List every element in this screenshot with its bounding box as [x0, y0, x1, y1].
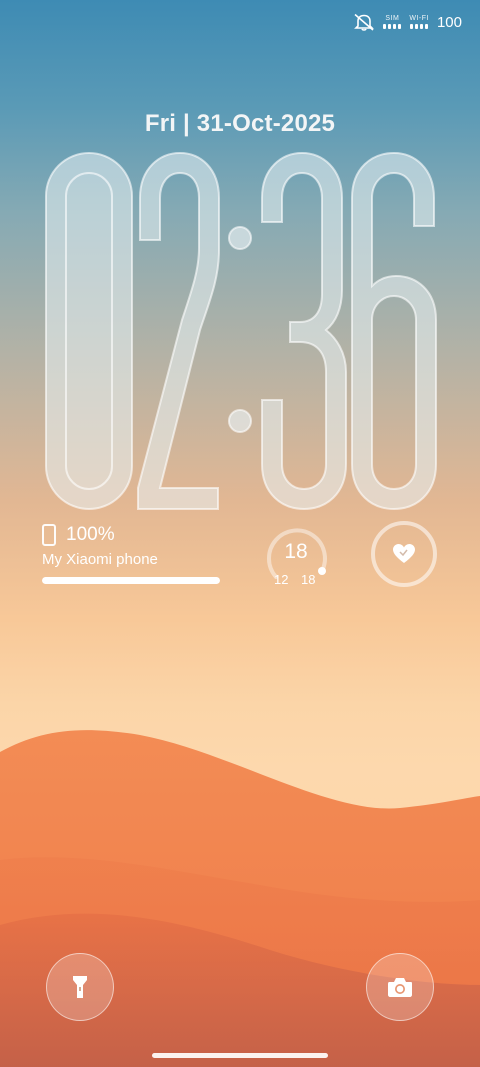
weather-widget[interactable]: 18 12 18 — [262, 521, 330, 589]
battery-level: 100 — [436, 13, 462, 31]
flashlight-button[interactable] — [46, 953, 114, 1021]
sim-label: SIM — [385, 15, 400, 22]
heart-icon — [393, 544, 415, 563]
sim-signal-icon: SIM — [383, 15, 402, 29]
battery-progress — [42, 577, 220, 584]
high-temperature: 18 — [301, 572, 316, 587]
gauge-indicator — [318, 567, 326, 575]
status-bar: SIM WI-FI 100 — [353, 12, 462, 32]
battery-percent: 100% — [66, 524, 115, 545]
wifi-signal-icon: WI-FI — [409, 15, 429, 29]
flashlight-icon — [73, 976, 87, 998]
wifi-label: WI-FI — [409, 15, 429, 22]
phone-icon — [42, 524, 56, 546]
current-temperature: 18 — [284, 540, 308, 563]
battery-widget[interactable]: 100% My Xiaomi phone — [42, 524, 222, 584]
mute-icon — [354, 13, 375, 31]
camera-button[interactable] — [366, 953, 434, 1021]
home-indicator[interactable] — [152, 1053, 328, 1058]
health-widget[interactable] — [371, 521, 437, 587]
camera-icon — [388, 978, 412, 997]
low-temperature: 12 — [274, 572, 289, 587]
lockscreen-date: Fri | 31-Oct-2025 — [144, 110, 336, 137]
device-name: My Xiaomi phone — [42, 551, 158, 568]
battery-progress-fill — [42, 577, 220, 584]
